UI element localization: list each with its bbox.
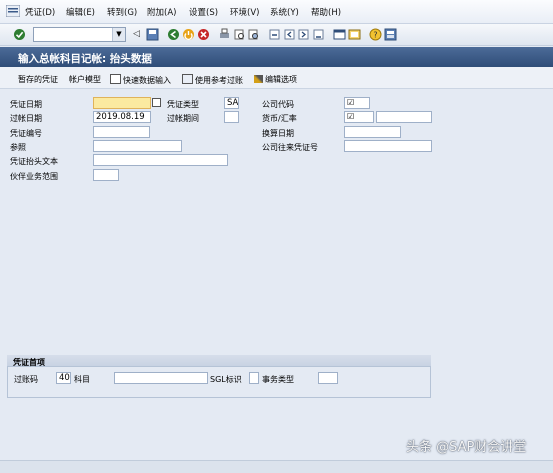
menu-extras[interactable]: 附加(A) <box>147 6 176 18</box>
page-title: 输入总帐科目记帐: 抬头数据 <box>18 53 152 65</box>
standard-toolbar: ▼ ◁ ? <box>0 24 553 46</box>
fast-entry-icon <box>110 74 121 84</box>
command-field[interactable]: ▼ <box>33 27 126 42</box>
posting-date-field[interactable]: 2019.08.19 <box>93 111 151 123</box>
menu-settings[interactable]: 设置(S) <box>189 6 218 18</box>
editing-options-label: 编辑选项 <box>265 75 297 84</box>
back-icon[interactable] <box>167 28 180 41</box>
print-icon[interactable] <box>218 28 231 41</box>
save-icon[interactable] <box>146 28 159 41</box>
input-help-icon: ☑ <box>347 98 355 107</box>
enter-check-icon[interactable] <box>13 28 26 41</box>
header-text-label: 凭证抬头文本 <box>10 157 58 166</box>
new-session-icon[interactable] <box>333 28 346 41</box>
status-bar <box>0 460 553 473</box>
pencil-icon <box>254 75 263 83</box>
document-number-label: 凭证编号 <box>10 129 42 138</box>
next-page-icon[interactable] <box>297 28 310 41</box>
menu-goto[interactable]: 转到(G) <box>107 6 137 18</box>
document-date-field[interactable] <box>93 97 151 109</box>
menu-edit[interactable]: 编辑(E) <box>66 6 95 18</box>
copy-icon <box>182 74 193 84</box>
partner-business-area-field[interactable] <box>93 169 119 181</box>
input-help-icon: ☑ <box>347 112 355 121</box>
menu-document[interactable]: 凭证(D) <box>25 6 55 18</box>
intercompany-number-field[interactable] <box>344 140 432 152</box>
watermark-text: 头条 @SAP财会讲堂 <box>406 440 527 455</box>
sgl-indicator-label: SGL标识 <box>210 375 242 384</box>
last-page-icon[interactable] <box>312 28 325 41</box>
shortcut-icon[interactable] <box>348 28 361 41</box>
posting-period-field[interactable] <box>224 111 239 123</box>
document-type-field[interactable]: SA <box>224 97 239 109</box>
partner-business-area-label: 伙伴业务范围 <box>10 172 58 181</box>
previous-page-icon[interactable] <box>283 28 296 41</box>
menu-help[interactable]: 帮助(H) <box>311 6 341 18</box>
fast-data-entry-label: 快速数据输入 <box>123 76 171 85</box>
svg-text:?: ? <box>373 31 377 40</box>
document-date-label: 凭证日期 <box>10 100 42 109</box>
intercompany-number-label: 公司往来凭证号 <box>262 143 318 152</box>
find-next-icon[interactable] <box>247 28 260 41</box>
calendar-icon[interactable] <box>152 98 161 107</box>
header-text-field[interactable] <box>93 154 228 166</box>
first-line-item-title: 凭证首项 <box>13 358 45 367</box>
document-number-field[interactable] <box>93 126 150 138</box>
parked-documents-button[interactable]: 暂存的凭证 <box>18 74 58 85</box>
first-page-icon[interactable] <box>268 28 281 41</box>
posting-key-label: 过账码 <box>14 375 38 384</box>
account-label: 科目 <box>74 375 90 384</box>
account-field[interactable] <box>114 372 208 384</box>
sap-menu-icon[interactable] <box>6 5 20 17</box>
fast-data-entry-button[interactable]: 快速数据输入 <box>110 74 171 86</box>
sgl-indicator-field[interactable] <box>249 372 259 384</box>
exchange-rate-field[interactable] <box>376 111 432 123</box>
exit-icon[interactable] <box>182 28 195 41</box>
posting-key-field[interactable]: 40 <box>56 372 71 384</box>
reference-field[interactable] <box>93 140 182 152</box>
reference-label: 参照 <box>10 143 26 152</box>
transaction-type-label: 事务类型 <box>262 375 294 384</box>
cancel-icon[interactable] <box>197 28 210 41</box>
posting-date-label: 过帐日期 <box>10 114 42 123</box>
document-type-label: 凭证类型 <box>167 100 199 109</box>
post-with-reference-button[interactable]: 使用参考过账 <box>182 74 243 86</box>
find-icon[interactable] <box>233 28 246 41</box>
post-with-reference-label: 使用参考过账 <box>195 76 243 85</box>
help-icon[interactable]: ? <box>369 28 382 41</box>
menu-system[interactable]: 系统(Y) <box>270 6 299 18</box>
currency-field[interactable]: ☑ <box>344 111 374 123</box>
menu-environment[interactable]: 环境(V) <box>230 6 259 18</box>
company-code-field[interactable]: ☑ <box>344 97 370 109</box>
translation-date-field[interactable] <box>344 126 401 138</box>
first-line-item-header <box>7 355 431 367</box>
chevron-down-icon[interactable]: ▼ <box>112 28 125 41</box>
posting-period-label: 过帐期间 <box>167 114 199 123</box>
customize-layout-icon[interactable] <box>384 28 397 41</box>
account-model-button[interactable]: 帐户模型 <box>69 74 101 85</box>
transaction-type-field[interactable] <box>318 372 338 384</box>
back-arrow-icon[interactable]: ◁ <box>130 28 143 41</box>
menu-bar: 凭证(D) 编辑(E) 转到(G) 附加(A) 设置(S) 环境(V) 系统(Y… <box>0 0 553 24</box>
company-code-label: 公司代码 <box>262 100 294 109</box>
translation-date-label: 换算日期 <box>262 129 294 138</box>
currency-rate-label: 货币/汇率 <box>262 114 297 123</box>
editing-options-button[interactable]: 编辑选项 <box>254 74 297 85</box>
